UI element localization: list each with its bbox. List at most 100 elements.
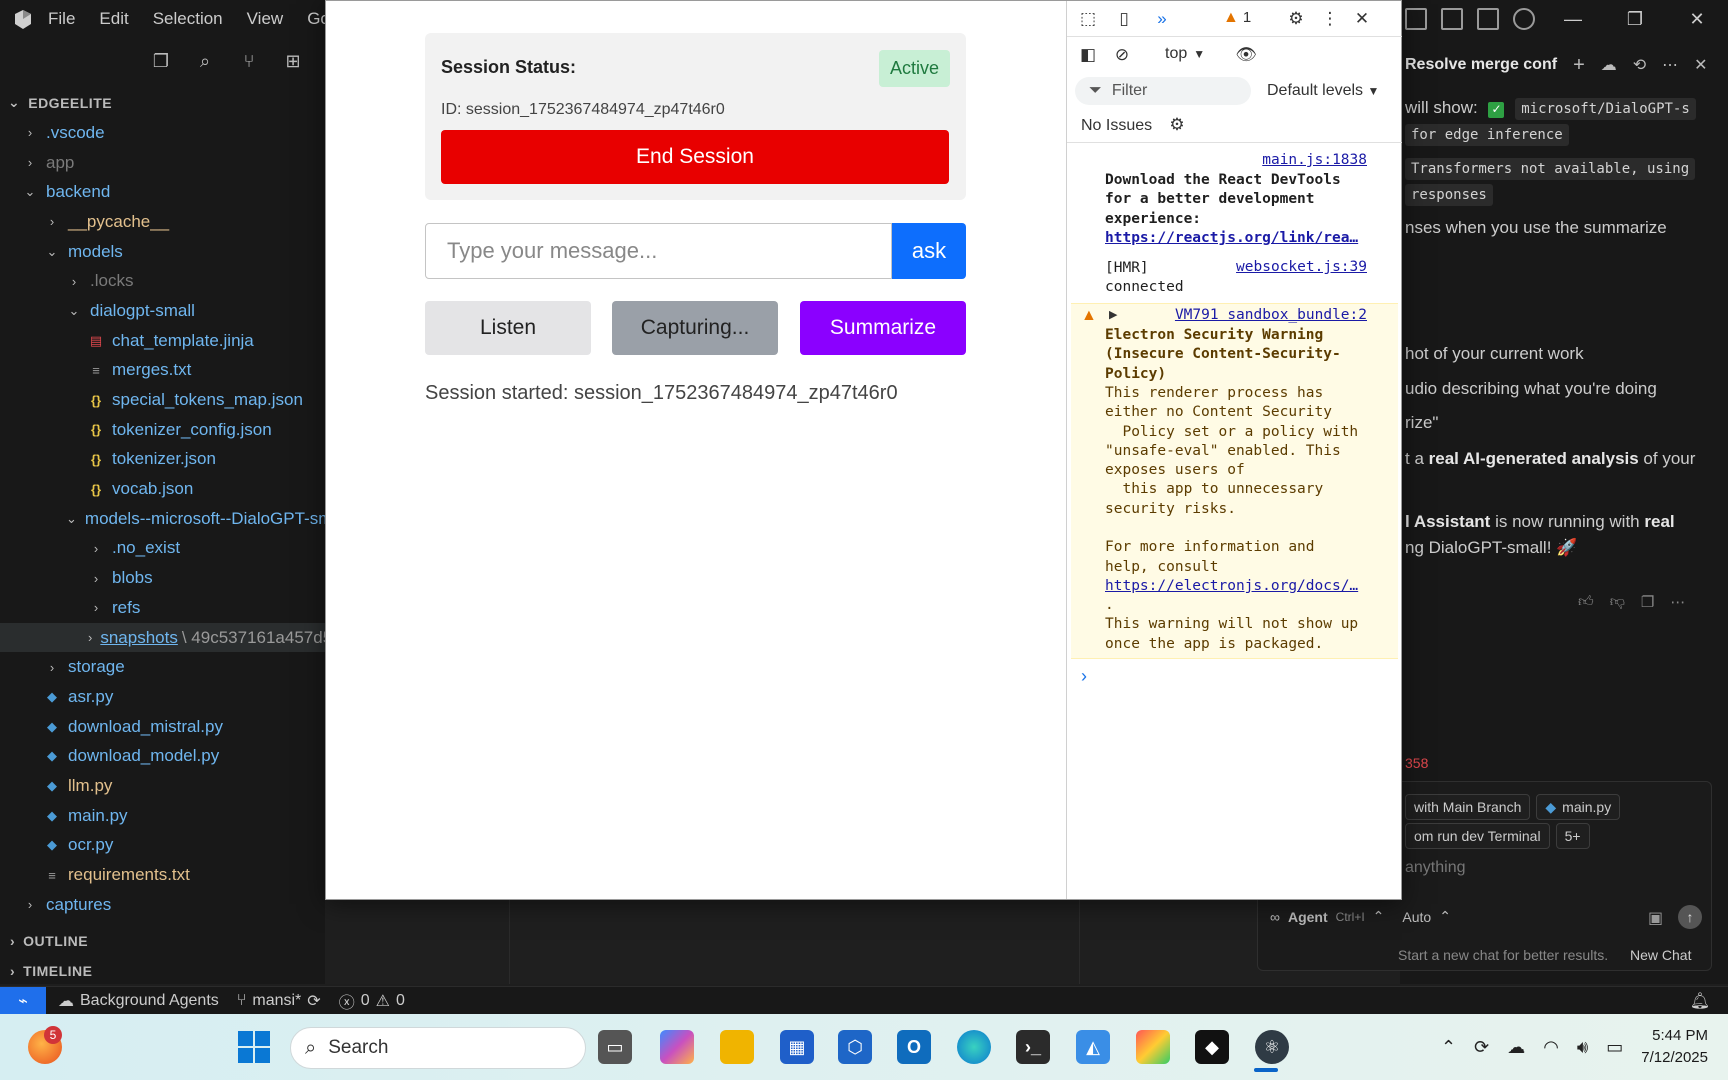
- volume-icon[interactable]: 🔊︎: [1577, 1037, 1588, 1058]
- inspect-element-icon[interactable]: ⬚: [1077, 8, 1099, 30]
- tree-folder[interactable]: › .vscode: [0, 118, 325, 148]
- tree-folder[interactable]: › captures: [0, 890, 325, 920]
- console-filter[interactable]: ⏷ Filter: [1075, 77, 1251, 105]
- chat-input-placeholder[interactable]: anything: [1405, 859, 1466, 877]
- tree-file[interactable]: ◆ main.py: [0, 801, 325, 831]
- devtools-settings-gear-icon[interactable]: ⚙: [1285, 8, 1307, 30]
- clock[interactable]: 5:44 PM 7/12/2025: [1641, 1025, 1708, 1069]
- tree-file[interactable]: {} tokenizer_config.json: [0, 415, 325, 445]
- send-icon[interactable]: ↑: [1678, 905, 1702, 929]
- notifications-bell-icon[interactable]: 🔔︎: [1690, 991, 1710, 1011]
- store-icon[interactable]: ▦: [780, 1030, 814, 1064]
- menu-selection[interactable]: Selection: [153, 9, 223, 29]
- log-source-link[interactable]: main.js:1838: [1262, 152, 1367, 168]
- close-chat-icon[interactable]: ✕: [1694, 55, 1707, 75]
- explorer-icon[interactable]: ❐: [150, 50, 172, 72]
- tree-folder[interactable]: ⌄ models--microsoft--DialoGPT-small: [0, 504, 325, 534]
- more-icon[interactable]: ⋯: [1670, 593, 1685, 611]
- toggle-secondary-sidebar-icon[interactable]: [1477, 8, 1499, 30]
- branch-indicator[interactable]: ⑂ mansi* ⟳: [237, 991, 321, 1011]
- more-icon[interactable]: ⋯: [1662, 55, 1678, 75]
- terminal-icon[interactable]: ›_: [1016, 1030, 1050, 1064]
- outline-section[interactable]: › OUTLINE: [10, 933, 88, 949]
- menu-edit[interactable]: Edit: [99, 9, 128, 29]
- copy-icon[interactable]: ❐: [1641, 593, 1654, 611]
- settings-gear-icon[interactable]: [1513, 8, 1535, 30]
- context-chip[interactable]: with Main Branch: [1405, 794, 1531, 820]
- log-source-link[interactable]: VM791 sandbox_bundle:2: [1175, 307, 1367, 323]
- extensions-icon[interactable]: ⊞: [282, 50, 304, 72]
- cloud-icon[interactable]: ☁: [1601, 55, 1617, 75]
- log-source-link[interactable]: websocket.js:39: [1236, 259, 1367, 275]
- tree-file[interactable]: ◆ download_mistral.py: [0, 712, 325, 742]
- react-devtools-link[interactable]: https://reactjs.org/link/rea…: [1105, 229, 1358, 248]
- photos-icon[interactable]: ◭: [1076, 1030, 1110, 1064]
- toggle-panel-icon[interactable]: [1441, 8, 1463, 30]
- electron-docs-link[interactable]: https://electronjs.org/docs/…: [1105, 577, 1358, 596]
- model-selector[interactable]: Auto: [1402, 909, 1431, 925]
- thumbs-down-icon[interactable]: 👎︎: [1610, 593, 1625, 611]
- edge-icon[interactable]: [957, 1030, 991, 1064]
- history-icon[interactable]: ⟲: [1633, 55, 1646, 75]
- summarize-button[interactable]: Summarize: [800, 301, 966, 355]
- issues-counter[interactable]: No Issues: [1081, 117, 1152, 135]
- tree-file[interactable]: ◆ ocr.py: [0, 831, 325, 861]
- tree-file[interactable]: {} special_tokens_map.json: [0, 385, 325, 415]
- console-prompt-icon[interactable]: ›: [1081, 666, 1087, 687]
- device-toolbar-icon[interactable]: ▯: [1113, 8, 1135, 30]
- menu-view[interactable]: View: [247, 9, 284, 29]
- background-agents[interactable]: ☁ Background Agents: [58, 991, 219, 1011]
- close-window-icon[interactable]: ✕: [1666, 0, 1728, 38]
- app-icon[interactable]: [1136, 1030, 1170, 1064]
- restore-icon[interactable]: ❐: [1604, 0, 1666, 38]
- tree-folder[interactable]: › refs: [0, 593, 325, 623]
- chat-tab-title[interactable]: Resolve merge conf: [1405, 56, 1557, 74]
- explorer-root-header[interactable]: ⌄ EDGEELITE: [8, 94, 112, 111]
- tree-folder[interactable]: › blobs: [0, 563, 325, 593]
- tree-folder[interactable]: ⌄ models: [0, 237, 325, 267]
- clear-console-icon[interactable]: ⊘: [1111, 44, 1133, 66]
- search-icon[interactable]: ⌕: [194, 50, 216, 72]
- tree-file[interactable]: {} tokenizer.json: [0, 445, 325, 475]
- outlook-icon[interactable]: O: [897, 1030, 931, 1064]
- minimize-icon[interactable]: —: [1542, 0, 1604, 38]
- console-settings-gear-icon[interactable]: ⚙: [1166, 114, 1188, 136]
- devtools-close-icon[interactable]: ✕: [1351, 8, 1373, 30]
- tree-file[interactable]: ◆ download_model.py: [0, 741, 325, 771]
- wifi-icon[interactable]: ◠: [1543, 1037, 1559, 1058]
- context-chip-main-py[interactable]: ◆ main.py: [1536, 794, 1621, 820]
- log-levels-dropdown[interactable]: Default levels ▼: [1267, 82, 1379, 100]
- message-input[interactable]: [425, 223, 892, 279]
- new-chat-plus-icon[interactable]: +: [1573, 54, 1585, 77]
- chevron-up-icon[interactable]: ⌃: [1441, 1037, 1456, 1058]
- tree-folder[interactable]: ⌄ backend: [0, 177, 325, 207]
- tree-file[interactable]: ◆ llm.py: [0, 771, 325, 801]
- file-explorer-icon[interactable]: [720, 1030, 754, 1064]
- dev-app-icon[interactable]: ⬡: [838, 1030, 872, 1064]
- tree-folder[interactable]: › .locks: [0, 266, 325, 296]
- capturing-button[interactable]: Capturing...: [612, 301, 778, 355]
- warnings-counter[interactable]: ▲ 1: [1223, 9, 1251, 27]
- live-expression-eye-icon[interactable]: 👁︎: [1235, 44, 1257, 66]
- timeline-section[interactable]: › TIMELINE: [10, 963, 93, 979]
- tree-file[interactable]: ≡ merges.txt: [0, 356, 325, 386]
- devtools-more-icon[interactable]: ⋮: [1319, 8, 1341, 30]
- tree-file[interactable]: {} vocab.json: [0, 474, 325, 504]
- electron-app-icon[interactable]: ⚛: [1255, 1030, 1289, 1064]
- tree-file[interactable]: ≡ requirements.txt: [0, 860, 325, 890]
- tree-folder[interactable]: ⌄ dialogpt-small: [0, 296, 325, 326]
- context-selector[interactable]: top ▼: [1165, 45, 1205, 63]
- thumbs-up-icon[interactable]: 👍︎: [1578, 593, 1594, 611]
- context-chip-more[interactable]: 5+: [1555, 823, 1590, 849]
- agent-mode-selector[interactable]: ∞ Agent Ctrl+I ⌃ Auto ⌃: [1270, 908, 1451, 925]
- end-session-button[interactable]: End Session: [441, 130, 949, 184]
- cursor-app-icon[interactable]: ◆: [1195, 1030, 1229, 1064]
- tree-folder[interactable]: › __pycache__: [0, 207, 325, 237]
- problems-indicator[interactable]: ⓧ 0 ⚠ 0: [339, 989, 405, 1013]
- tree-folder[interactable]: › storage: [0, 652, 325, 682]
- remote-icon[interactable]: ⌁: [0, 986, 46, 1015]
- cloud-icon[interactable]: ☁: [1507, 1037, 1525, 1058]
- more-tabs-icon[interactable]: »: [1151, 8, 1173, 30]
- expand-triangle-icon[interactable]: ▶: [1109, 308, 1117, 321]
- tree-file[interactable]: ▤ chat_template.jinja: [0, 326, 325, 356]
